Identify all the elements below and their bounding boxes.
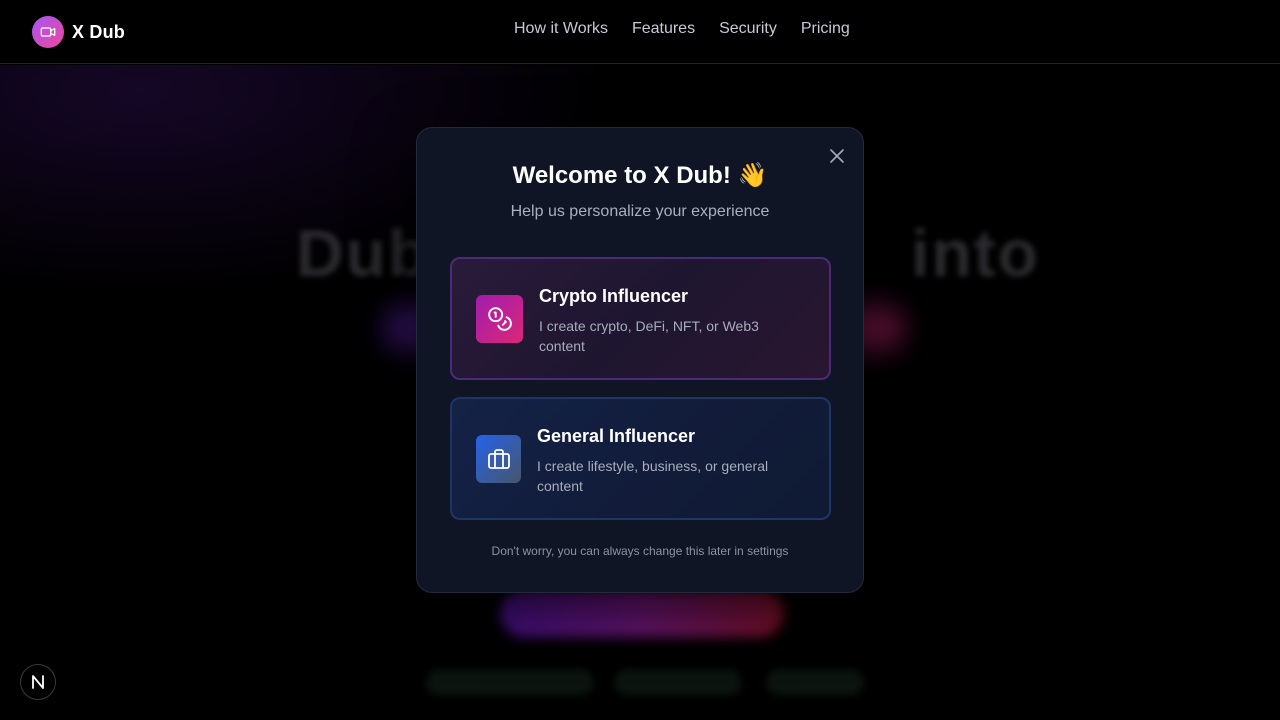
hero-feature-pill	[426, 669, 594, 695]
option-description: I create crypto, DeFi, NFT, or Web3 cont…	[539, 318, 759, 354]
hero-feature-pill	[766, 669, 864, 695]
option-title: Crypto Influencer	[539, 286, 689, 306]
brand[interactable]: X Dub	[32, 16, 125, 48]
hero-title-right: into	[910, 216, 1040, 290]
briefcase-icon	[476, 435, 521, 483]
modal-subtitle: Help us personalize your experience	[510, 203, 770, 220]
option-title: General Influencer	[537, 426, 696, 446]
nav-link-how-it-works[interactable]: How it Works	[514, 20, 608, 38]
onboarding-modal: Welcome to X Dub! 👋 Help us personalize …	[416, 127, 864, 593]
modal-footnote: Don't worry, you can always change this …	[491, 544, 789, 558]
option-description: I create lifestyle, business, or general…	[537, 458, 769, 494]
n-logo-icon	[32, 675, 44, 689]
n-badge-button[interactable]	[20, 664, 56, 700]
nav-link-pricing[interactable]: Pricing	[801, 20, 850, 38]
video-camera-icon	[32, 16, 64, 48]
nav-link-features[interactable]: Features	[632, 20, 695, 38]
hero-title-left: Dub	[296, 216, 431, 290]
hero-feature-pill	[614, 669, 742, 695]
brand-name: X Dub	[72, 21, 125, 42]
top-nav: X Dub How it Works Features Security Pri…	[0, 0, 1280, 64]
hero-cta-button	[500, 589, 784, 637]
nav-links: How it Works Features Security Pricing	[514, 20, 850, 38]
nav-link-security[interactable]: Security	[719, 20, 777, 38]
modal-title: Welcome to X Dub! 👋	[512, 162, 768, 189]
option-crypto-influencer[interactable]: Crypto Influencer I create crypto, DeFi,…	[450, 257, 831, 380]
coins-icon	[476, 295, 523, 343]
option-general-influencer[interactable]: General Influencer I create lifestyle, b…	[450, 397, 831, 520]
